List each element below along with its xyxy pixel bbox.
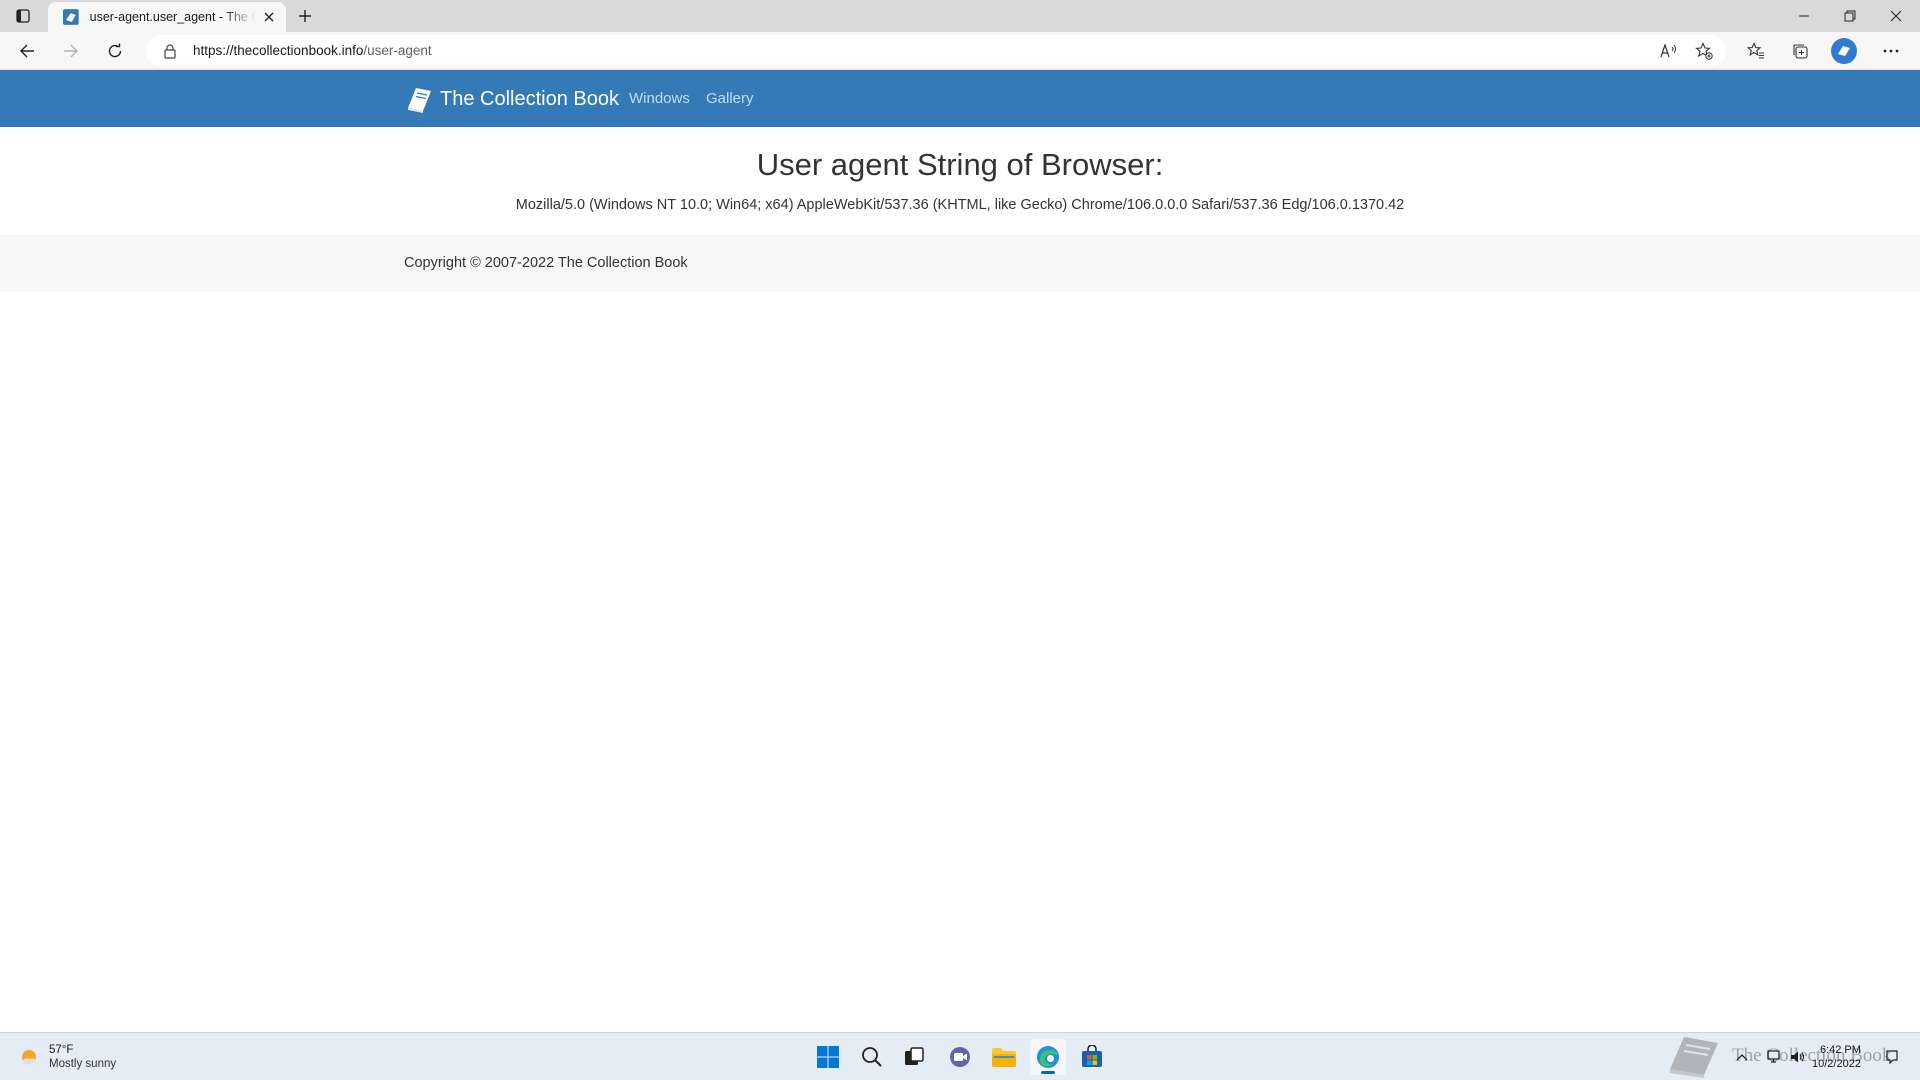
favorites-button[interactable] xyxy=(1741,37,1771,65)
network-button[interactable] xyxy=(1765,1047,1785,1067)
folder-icon xyxy=(992,1048,1016,1067)
taskbar-search-button[interactable] xyxy=(854,1039,890,1075)
minimize-icon xyxy=(1799,15,1809,17)
settings-menu-button[interactable] xyxy=(1876,37,1906,65)
weather-widget[interactable]: 57°F Mostly sunny xyxy=(18,1043,116,1071)
nav-link-windows[interactable]: Windows xyxy=(629,90,690,107)
file-explorer-button[interactable] xyxy=(986,1039,1022,1075)
sun-cloud-icon xyxy=(21,1050,39,1065)
arrow-left-icon xyxy=(20,44,34,58)
chat-camera-icon xyxy=(950,1047,970,1067)
task-view-icon xyxy=(905,1047,924,1065)
chat-app-button[interactable] xyxy=(942,1039,978,1075)
edge-browser-icon xyxy=(1037,1046,1059,1068)
active-app-indicator xyxy=(1041,1071,1055,1074)
browser-toolbar: https://thecollectionbook.info/user-agen… xyxy=(0,32,1920,70)
plus-icon xyxy=(299,10,311,22)
weather-temperature: 57°F xyxy=(49,1044,74,1056)
tab-active[interactable]: user-agent.user_agent - The Collection B… xyxy=(48,2,286,32)
tab-actions-icon xyxy=(16,9,30,23)
show-hidden-icons-button[interactable] xyxy=(1732,1047,1752,1067)
url-host: https://thecollectionbook.info xyxy=(193,43,364,58)
tab-actions-button[interactable] xyxy=(8,4,38,28)
copyright-text: Copyright © 2007-2022 The Collection Boo… xyxy=(404,255,688,271)
collections-button[interactable] xyxy=(1785,37,1815,65)
refresh-button[interactable] xyxy=(100,37,130,65)
book-watermark-icon xyxy=(1670,1037,1718,1078)
weather-condition: Mostly sunny xyxy=(49,1058,117,1070)
clock-date: 10/2/2022 xyxy=(1812,1058,1861,1070)
arrow-right-icon xyxy=(64,44,78,58)
chevron-up-icon xyxy=(1736,1054,1748,1061)
nav-link-gallery[interactable]: Gallery xyxy=(706,90,754,107)
read-aloud-button[interactable] xyxy=(1658,41,1680,61)
notification-icon xyxy=(1886,1050,1898,1064)
close-window-button[interactable] xyxy=(1874,0,1918,32)
collections-icon xyxy=(1793,44,1808,59)
volume-button[interactable] xyxy=(1788,1047,1808,1067)
read-aloud-icon xyxy=(1660,43,1676,58)
search-icon xyxy=(862,1047,882,1067)
profile-button[interactable] xyxy=(1829,37,1859,65)
site-footer: Copyright © 2007-2022 The Collection Boo… xyxy=(0,235,1920,292)
new-tab-button[interactable] xyxy=(292,4,318,28)
windows-logo-icon xyxy=(817,1046,839,1068)
avatar xyxy=(1831,38,1857,64)
page-title: User agent String of Browser: xyxy=(756,147,1164,182)
site-navbar: The Collection Book Windows Gallery xyxy=(0,70,1920,127)
url-text[interactable]: https://thecollectionbook.info/user-agen… xyxy=(193,43,432,58)
tab-strip: user-agent.user_agent - The Collection B… xyxy=(0,0,1920,32)
store-bag-icon xyxy=(1082,1045,1102,1067)
restore-button[interactable] xyxy=(1828,0,1872,32)
tab-close-button[interactable] xyxy=(260,8,278,26)
url-path: /user-agent xyxy=(363,43,432,58)
forward-button[interactable] xyxy=(56,37,86,65)
store-app-button[interactable] xyxy=(1074,1039,1110,1075)
main-content: User agent String of Browser: Mozilla/5.… xyxy=(0,127,1920,235)
clock-time: 6:42 PM xyxy=(1819,1044,1861,1056)
volume-icon xyxy=(1791,1051,1805,1063)
taskbar: 57°F Mostly sunny The Collection Book 6:… xyxy=(0,1032,1920,1080)
profile-logo-icon xyxy=(1838,46,1850,56)
book-logo-icon xyxy=(408,88,431,113)
network-icon xyxy=(1767,1050,1780,1063)
favorites-icon xyxy=(1747,42,1764,59)
site-brand-link[interactable]: The Collection Book xyxy=(404,84,619,114)
task-view-button[interactable] xyxy=(896,1039,932,1075)
close-icon xyxy=(1890,10,1902,22)
minimize-button[interactable] xyxy=(1782,0,1826,32)
site-brand-name: The Collection Book xyxy=(440,87,619,110)
lock-icon[interactable] xyxy=(162,43,178,59)
star-plus-icon xyxy=(1695,42,1713,60)
add-favorite-button[interactable] xyxy=(1693,41,1715,61)
close-icon xyxy=(264,12,274,22)
address-bar[interactable]: https://thecollectionbook.info/user-agen… xyxy=(146,35,1726,67)
restore-icon xyxy=(1844,10,1856,22)
tab-title: user-agent.user_agent - The Collection B… xyxy=(89,10,257,24)
back-button[interactable] xyxy=(12,37,42,65)
refresh-icon xyxy=(108,43,122,58)
notification-button[interactable] xyxy=(1882,1047,1902,1067)
edge-app-button[interactable] xyxy=(1030,1039,1066,1075)
user-agent-string: Mozilla/5.0 (Windows NT 10.0; Win64; x64… xyxy=(515,197,1405,213)
more-horizontal-icon xyxy=(1883,49,1899,53)
taskbar-clock[interactable]: 6:42 PM 10/2/2022 xyxy=(1812,1043,1861,1071)
site-favicon-icon xyxy=(62,9,79,25)
start-button[interactable] xyxy=(810,1039,846,1075)
